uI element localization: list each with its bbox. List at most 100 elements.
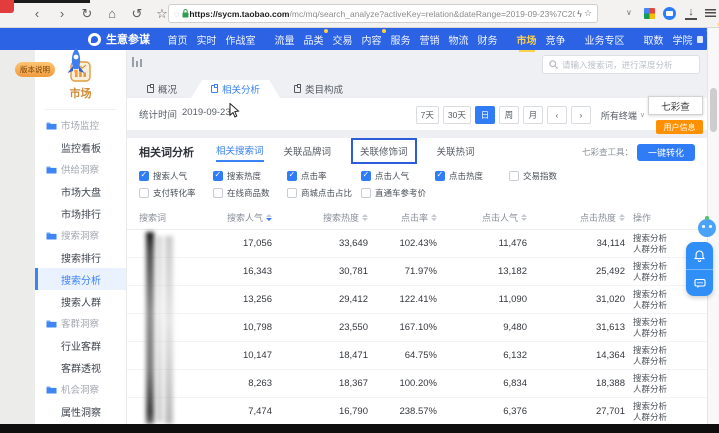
checkbox-checked-icon[interactable] — [139, 171, 149, 181]
nav-item-service[interactable]: 服务 — [391, 32, 411, 47]
checkbox-unchecked-icon[interactable] — [213, 188, 223, 198]
unit-week-button[interactable]: 周 — [499, 106, 519, 124]
checkbox-checked-icon[interactable] — [361, 171, 371, 181]
mascot-icon[interactable] — [698, 219, 716, 237]
bookmark-icon[interactable]: ☆ — [155, 4, 169, 23]
sidebar-item-search-rank[interactable]: 搜索排行 — [35, 246, 126, 268]
nav-item-trade[interactable]: 交易 — [333, 32, 353, 47]
extensions-grid-icon[interactable] — [644, 8, 655, 19]
one-click-convert-button[interactable]: 一键转化 — [637, 144, 695, 161]
back-icon[interactable]: ‹ — [30, 4, 44, 23]
col-search-heat[interactable]: 搜索热度 — [272, 211, 368, 224]
sidebar-item-search-insight[interactable]: 搜索洞察 — [35, 224, 126, 246]
metric-online-products[interactable]: 在线商品数 — [213, 187, 287, 199]
terminal-filter-dropdown[interactable]: 所有终端∨ — [601, 109, 645, 122]
col-click-rate[interactable]: 点击率 — [368, 211, 437, 224]
next-date-button[interactable]: › — [571, 106, 591, 124]
sidebar-item-search-audience[interactable]: 搜索人群 — [35, 290, 126, 312]
search-analysis-link[interactable]: 搜索分析 — [633, 233, 693, 244]
qicai-floating-button[interactable]: 七彩查 — [648, 96, 703, 115]
checkbox-checked-icon[interactable] — [213, 171, 223, 181]
metric-click-heat[interactable]: 点击热度 — [435, 170, 509, 182]
col-search-popularity[interactable]: 搜索人气 — [194, 211, 272, 224]
chat-support-button[interactable] — [686, 269, 713, 296]
range-30d-button[interactable]: 30天 — [443, 106, 471, 124]
sidebar-item-customer-perspective[interactable]: 客群透视 — [35, 356, 126, 378]
tab-overview[interactable]: 概况 — [133, 80, 191, 98]
col-click-popularity[interactable]: 点击人气 — [437, 211, 527, 224]
range-7d-button[interactable]: 7天 — [416, 106, 439, 124]
subtab-related-brand-words[interactable]: 关联品牌词 — [284, 144, 332, 161]
checkbox-checked-icon[interactable] — [435, 171, 445, 181]
metric-trade-index[interactable]: 交易指数 — [509, 170, 583, 182]
audience-analysis-link[interactable]: 人群分析 — [633, 328, 693, 339]
search-analysis-link[interactable]: 搜索分析 — [633, 289, 693, 300]
metric-mall-click-share[interactable]: 商城点击占比 — [287, 187, 361, 199]
checkbox-unchecked-icon[interactable] — [287, 188, 297, 198]
search-analysis-link[interactable]: 搜索分析 — [633, 261, 693, 272]
nav-item-business-zone[interactable]: 业务专区 — [585, 32, 625, 47]
nav-item-category[interactable]: 品类 — [304, 32, 324, 47]
urlbar-dropdown-icon[interactable]: ∨ — [626, 8, 632, 17]
flash-icon[interactable]: ϟ — [577, 9, 582, 19]
nav-item-home[interactable]: 首页 — [168, 32, 188, 47]
metric-click-rate[interactable]: 点击率 — [287, 170, 361, 182]
checkbox-checked-icon[interactable] — [287, 171, 297, 181]
search-analysis-link[interactable]: 搜索分析 — [633, 401, 693, 412]
metric-ztc-reference-price[interactable]: 直通车参考价 — [361, 187, 435, 199]
checkbox-unchecked-icon[interactable] — [361, 188, 371, 198]
notification-bell-button[interactable] — [686, 242, 713, 269]
checkbox-unchecked-icon[interactable] — [509, 171, 519, 181]
page-info-icon[interactable]: ◌ — [174, 9, 179, 19]
audience-analysis-link[interactable]: 人群分析 — [633, 300, 693, 311]
metric-click-popularity[interactable]: 点击人气 — [361, 170, 435, 182]
history-icon[interactable]: ↺ — [130, 4, 144, 23]
search-analysis-link[interactable]: 搜索分析 — [633, 317, 693, 328]
forward-icon[interactable]: › — [55, 4, 69, 23]
extension-assistant-icon[interactable] — [663, 7, 676, 20]
nav-item-logistics[interactable]: 物流 — [449, 32, 469, 47]
tab-category-composition[interactable]: 类目构成 — [280, 80, 357, 98]
audience-analysis-link[interactable]: 人群分析 — [633, 384, 693, 395]
metric-search-heat[interactable]: 搜索热度 — [213, 170, 287, 182]
sidebar-item-industry-customer[interactable]: 行业客群 — [35, 334, 126, 356]
tab-relation-analysis[interactable]: 相关分析 — [191, 80, 280, 98]
col-click-heat[interactable]: 点击热度 — [527, 211, 625, 224]
search-analysis-link[interactable]: 搜索分析 — [633, 373, 693, 384]
rocket-icon[interactable] — [64, 47, 88, 78]
download-icon[interactable]: ↓ — [685, 5, 697, 20]
checkbox-unchecked-icon[interactable] — [139, 188, 149, 198]
sidebar-item-opportunity-insight[interactable]: 机会洞察 — [35, 378, 126, 400]
keyword-search-box[interactable] — [542, 55, 700, 74]
metric-pay-conversion[interactable]: 支付转化率 — [139, 187, 213, 199]
reload-icon[interactable]: ↻ — [80, 4, 94, 23]
sidebar-item-market-overview[interactable]: 市场大盘 — [35, 180, 126, 202]
nav-item-war-room[interactable]: 作战室 — [226, 32, 256, 47]
prev-date-button[interactable]: ‹ — [547, 106, 567, 124]
scrollbar-thumb[interactable] — [710, 88, 717, 132]
nav-item-realtime[interactable]: 实时 — [197, 32, 217, 47]
home-icon[interactable]: ⌂ — [105, 4, 119, 23]
bookmark-page-icon[interactable]: ☆ — [584, 8, 592, 19]
browser-menu-icon[interactable] — [705, 9, 716, 17]
sidebar-item-market-monitor[interactable]: 市场监控 — [35, 114, 126, 136]
col-search-word[interactable]: 搜索词 — [139, 211, 194, 224]
sidebar-item-attribute-insight[interactable]: 属性洞察 — [35, 400, 126, 422]
search-analysis-link[interactable]: 搜索分析 — [633, 345, 693, 356]
audience-analysis-link[interactable]: 人群分析 — [633, 356, 693, 367]
nav-item-compete[interactable]: 竞争 — [546, 32, 566, 47]
nav-item-academy[interactable]: 学院 — [673, 32, 693, 47]
sidebar-item-customer-insight[interactable]: 客群洞察 — [35, 312, 126, 334]
search-input[interactable] — [562, 60, 693, 70]
subtab-related-modifier-words[interactable]: 关联修饰词 — [351, 138, 417, 164]
nav-item-data-fetch[interactable]: 取数 — [644, 32, 664, 47]
nav-item-market[interactable]: 市场 — [517, 32, 537, 47]
unit-month-button[interactable]: 月 — [523, 106, 543, 124]
unit-day-button[interactable]: 日 — [475, 106, 495, 124]
sidebar-item-supply-insight[interactable]: 供给洞察 — [35, 158, 126, 180]
nav-item-marketing[interactable]: 营销 — [420, 32, 440, 47]
app-brand[interactable]: 生意参谋 — [106, 31, 150, 47]
subtab-related-search-words[interactable]: 相关搜索词 — [216, 143, 264, 162]
version-badge[interactable]: 版本说明 — [15, 62, 55, 77]
nav-item-traffic[interactable]: 流量 — [275, 32, 295, 47]
